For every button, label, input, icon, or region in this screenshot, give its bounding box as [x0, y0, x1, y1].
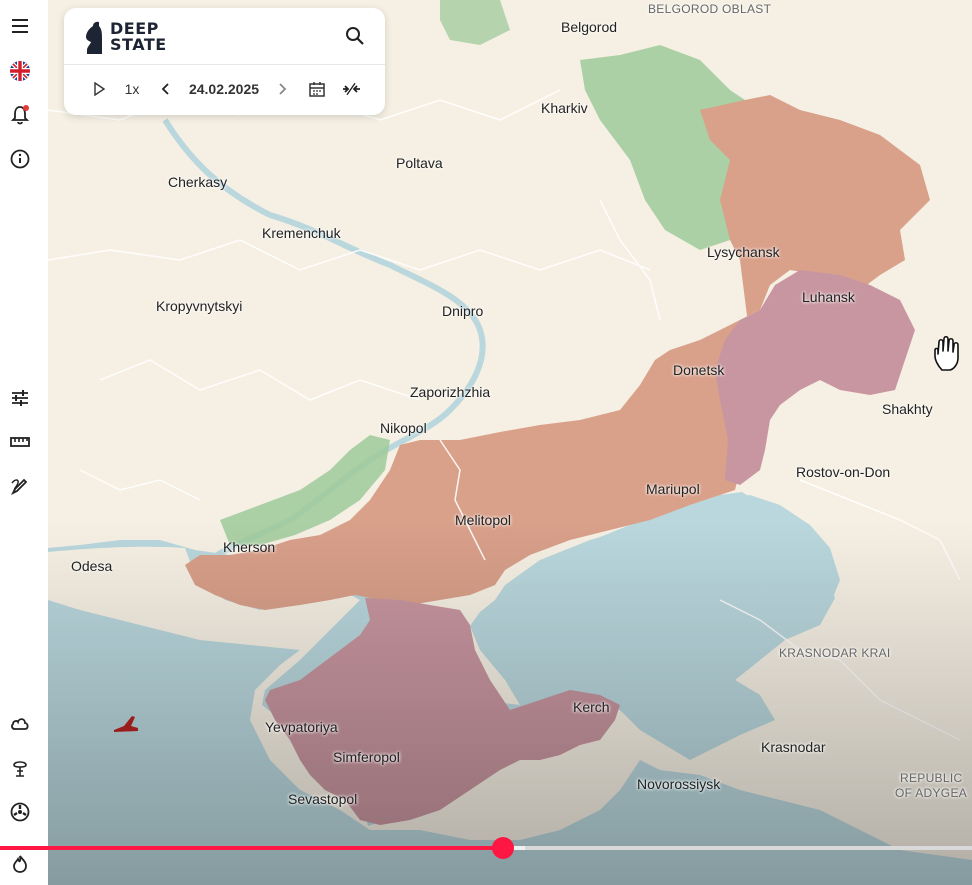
label-simferopol: Simferopol	[333, 749, 400, 765]
label-belgorod-oblast: BELGOROD OBLAST	[648, 2, 772, 16]
current-date[interactable]: 24.02.2025	[182, 76, 266, 102]
sidebar	[0, 0, 48, 885]
label-adygea-line1: REPUBLIC	[900, 771, 963, 785]
bell-icon[interactable]	[8, 103, 32, 127]
label-melitopol: Melitopol	[455, 512, 512, 528]
panel-divider	[64, 64, 385, 65]
label-adygea-line2: OF ADYGEA	[895, 786, 968, 800]
map-canvas[interactable]	[0, 0, 972, 885]
label-belgorod: Belgorod	[561, 19, 618, 35]
fire-icon[interactable]	[8, 851, 32, 875]
label-kerch: Kerch	[573, 699, 610, 715]
collapse-arrows-icon	[343, 82, 360, 96]
label-rostov: Rostov-on-Don	[796, 464, 891, 480]
menu-icon[interactable]	[8, 14, 32, 38]
label-krasnodar: Krasnodar	[761, 739, 826, 755]
label-kharkiv: Kharkiv	[541, 100, 588, 116]
label-poltava: Poltava	[396, 155, 443, 171]
label-kropyvnytskyi: Kropyvnytskyi	[156, 298, 243, 314]
uk-flag-icon[interactable]	[8, 59, 32, 83]
label-dnipro: Dnipro	[442, 303, 484, 319]
label-mariupol: Mariupol	[646, 481, 700, 497]
brand-logo[interactable]: DEEP STATE	[84, 20, 167, 54]
explosion-icon[interactable]	[8, 756, 32, 780]
label-kremenchuk: Kremenchuk	[262, 225, 341, 241]
compare-button[interactable]	[339, 76, 363, 102]
calendar-icon	[309, 82, 325, 97]
prev-date-button[interactable]	[156, 76, 176, 102]
chevron-left-icon	[161, 83, 169, 95]
play-icon	[94, 82, 106, 96]
play-button[interactable]	[88, 76, 110, 102]
chevron-right-icon	[279, 83, 287, 95]
info-icon[interactable]	[8, 147, 32, 171]
speed-button[interactable]: 1x	[120, 76, 144, 102]
sidebar-bottom	[0, 855, 48, 885]
label-krasnodar-krai: KRASNODAR KRAI	[779, 646, 891, 660]
timeline-thumb[interactable]	[492, 837, 514, 859]
label-yevpatoriya: Yevpatoriya	[265, 719, 338, 735]
label-odesa: Odesa	[71, 558, 113, 574]
label-zaporizhzhia: Zaporizhzhia	[410, 384, 491, 400]
cloud-icon[interactable]	[8, 712, 32, 736]
label-luhansk: Luhansk	[802, 289, 855, 305]
knight-logo-icon	[86, 21, 102, 54]
ruler-icon[interactable]	[8, 430, 32, 454]
calendar-button[interactable]	[306, 76, 328, 102]
sliders-icon[interactable]	[8, 386, 32, 410]
timeline-played	[0, 846, 503, 850]
label-donetsk: Donetsk	[673, 362, 725, 378]
label-kherson: Kherson	[223, 539, 276, 555]
radiation-icon[interactable]	[8, 800, 32, 824]
label-cherkasy: Cherkasy	[168, 174, 228, 190]
label-lysychansk: Lysychansk	[707, 244, 780, 260]
brand-line2: STATE	[110, 35, 167, 54]
label-shakhty: Shakhty	[882, 401, 933, 417]
label-sevastopol: Sevastopol	[288, 791, 358, 807]
hand-cursor-icon	[932, 335, 966, 372]
timeline-slider[interactable]	[0, 837, 972, 859]
next-date-button[interactable]	[272, 76, 292, 102]
label-nikopol: Nikopol	[380, 420, 427, 436]
draw-icon[interactable]	[8, 474, 32, 498]
search-icon[interactable]	[343, 24, 367, 48]
bottom-shade	[0, 520, 972, 885]
control-panel: DEEP STATE 1x 24.02.2025	[64, 8, 385, 115]
label-novorossiysk: Novorossiysk	[637, 776, 721, 792]
